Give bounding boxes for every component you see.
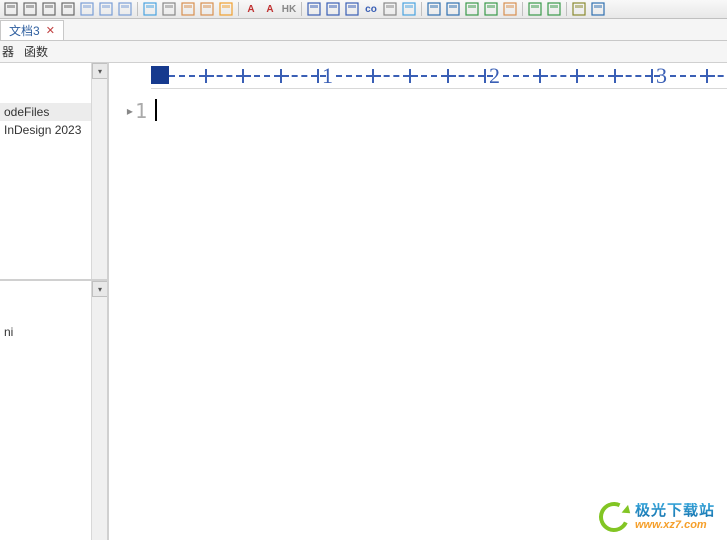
app-icon[interactable]	[570, 1, 588, 17]
side-panel: ▾ odeFilesInDesign 2023 ▾ ni	[0, 63, 109, 540]
line-number: 1	[135, 99, 147, 123]
watermark-title: 极光下载站	[635, 503, 715, 520]
line-marker: ▸ 1	[109, 99, 151, 123]
menu-item-2[interactable]: 函数	[24, 43, 48, 60]
bold-icon[interactable]: HK	[280, 1, 298, 17]
tab-label: 文档3	[9, 22, 40, 39]
watermark: 极光下载站 www.xz7.com	[599, 502, 715, 532]
horizontal-ruler[interactable]: 123	[151, 63, 727, 89]
nav-left-icon[interactable]	[305, 1, 323, 17]
nav-end-icon[interactable]	[343, 1, 361, 17]
menu-item-1[interactable]: 器	[2, 43, 14, 60]
frame-icon[interactable]	[59, 1, 77, 17]
toolbar-separator	[566, 2, 567, 16]
book2-icon[interactable]	[444, 1, 462, 17]
side-panel-lower: ▾ ni	[0, 281, 107, 540]
gear-icon[interactable]	[589, 1, 607, 17]
editor: 123 ▸ 1	[109, 63, 727, 540]
tree-item[interactable]	[0, 341, 91, 345]
redo-icon[interactable]	[198, 1, 216, 17]
toolbar-separator	[522, 2, 523, 16]
toolbar-separator	[421, 2, 422, 16]
text-a-icon[interactable]: A	[242, 1, 260, 17]
copy-icon[interactable]	[40, 1, 58, 17]
watermark-logo-icon	[599, 502, 629, 532]
page-icon[interactable]	[78, 1, 96, 17]
watermark-text: 极光下载站 www.xz7.com	[635, 503, 715, 532]
tree-item[interactable]: InDesign 2023	[0, 121, 91, 139]
side-panel-upper: ▾ odeFilesInDesign 2023	[0, 63, 107, 281]
toolbar-separator	[137, 2, 138, 16]
nav-right-icon[interactable]	[324, 1, 342, 17]
text-a2-icon[interactable]: A	[261, 1, 279, 17]
tree-item[interactable]: ni	[0, 323, 91, 341]
text-cursor	[155, 99, 157, 121]
link-icon[interactable]: co	[362, 1, 380, 17]
watermark-url: www.xz7.com	[635, 519, 715, 531]
page2-icon[interactable]	[97, 1, 115, 17]
text-area[interactable]	[151, 89, 727, 540]
layout-icon[interactable]	[2, 1, 20, 17]
line-gutter: ▸ 1	[109, 89, 151, 540]
editor-body: ▸ 1	[109, 89, 727, 540]
scroll-down-icon[interactable]: ▾	[92, 63, 107, 79]
chain-icon[interactable]	[400, 1, 418, 17]
close-icon[interactable]: ✕	[46, 24, 55, 37]
tree-item[interactable]: odeFiles	[0, 103, 91, 121]
current-line-icon: ▸	[127, 104, 133, 118]
document-tab[interactable]: 文档3 ✕	[0, 20, 64, 40]
toolbar-separator	[301, 2, 302, 16]
main-area: ▾ odeFilesInDesign 2023 ▾ ni 123 ▸ 1	[0, 63, 727, 540]
toolbar-separator	[238, 2, 239, 16]
tab-bar: 文档3 ✕	[0, 19, 727, 41]
window-icon[interactable]	[21, 1, 39, 17]
toolbar: AAHKco	[0, 0, 727, 19]
table-icon[interactable]	[526, 1, 544, 17]
page3-icon[interactable]	[116, 1, 134, 17]
menu-row: 器 函数	[0, 41, 727, 63]
scissors-icon[interactable]	[141, 1, 159, 17]
scroll-down-icon[interactable]: ▾	[92, 281, 107, 297]
scrollbar[interactable]: ▾	[91, 281, 107, 540]
book-icon[interactable]	[425, 1, 443, 17]
ruler-origin-icon[interactable]	[151, 66, 169, 84]
scrollbar[interactable]: ▾	[91, 63, 107, 279]
break-icon[interactable]	[381, 1, 399, 17]
play-icon[interactable]	[545, 1, 563, 17]
note-icon[interactable]	[501, 1, 519, 17]
cal-icon[interactable]	[463, 1, 481, 17]
search-icon[interactable]	[160, 1, 178, 17]
cal2-icon[interactable]	[482, 1, 500, 17]
fill-icon[interactable]	[217, 1, 235, 17]
undo-icon[interactable]	[179, 1, 197, 17]
